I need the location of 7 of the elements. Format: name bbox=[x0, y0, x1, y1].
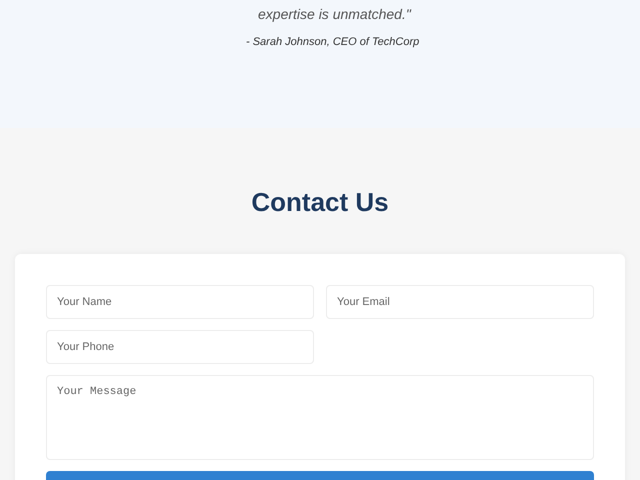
input-field[interactable]: Your Email bbox=[326, 285, 594, 319]
input-field[interactable]: Your Phone bbox=[46, 330, 314, 364]
message-field[interactable]: Your Message bbox=[46, 375, 594, 460]
input-field[interactable]: Your Name bbox=[46, 285, 314, 319]
section-title: Contact Us bbox=[251, 186, 389, 218]
testimonial-author: - Sarah Johnson, CEO of TechCorp bbox=[246, 36, 420, 48]
testimonial-quote: expertise is unmatched." bbox=[258, 5, 411, 24]
